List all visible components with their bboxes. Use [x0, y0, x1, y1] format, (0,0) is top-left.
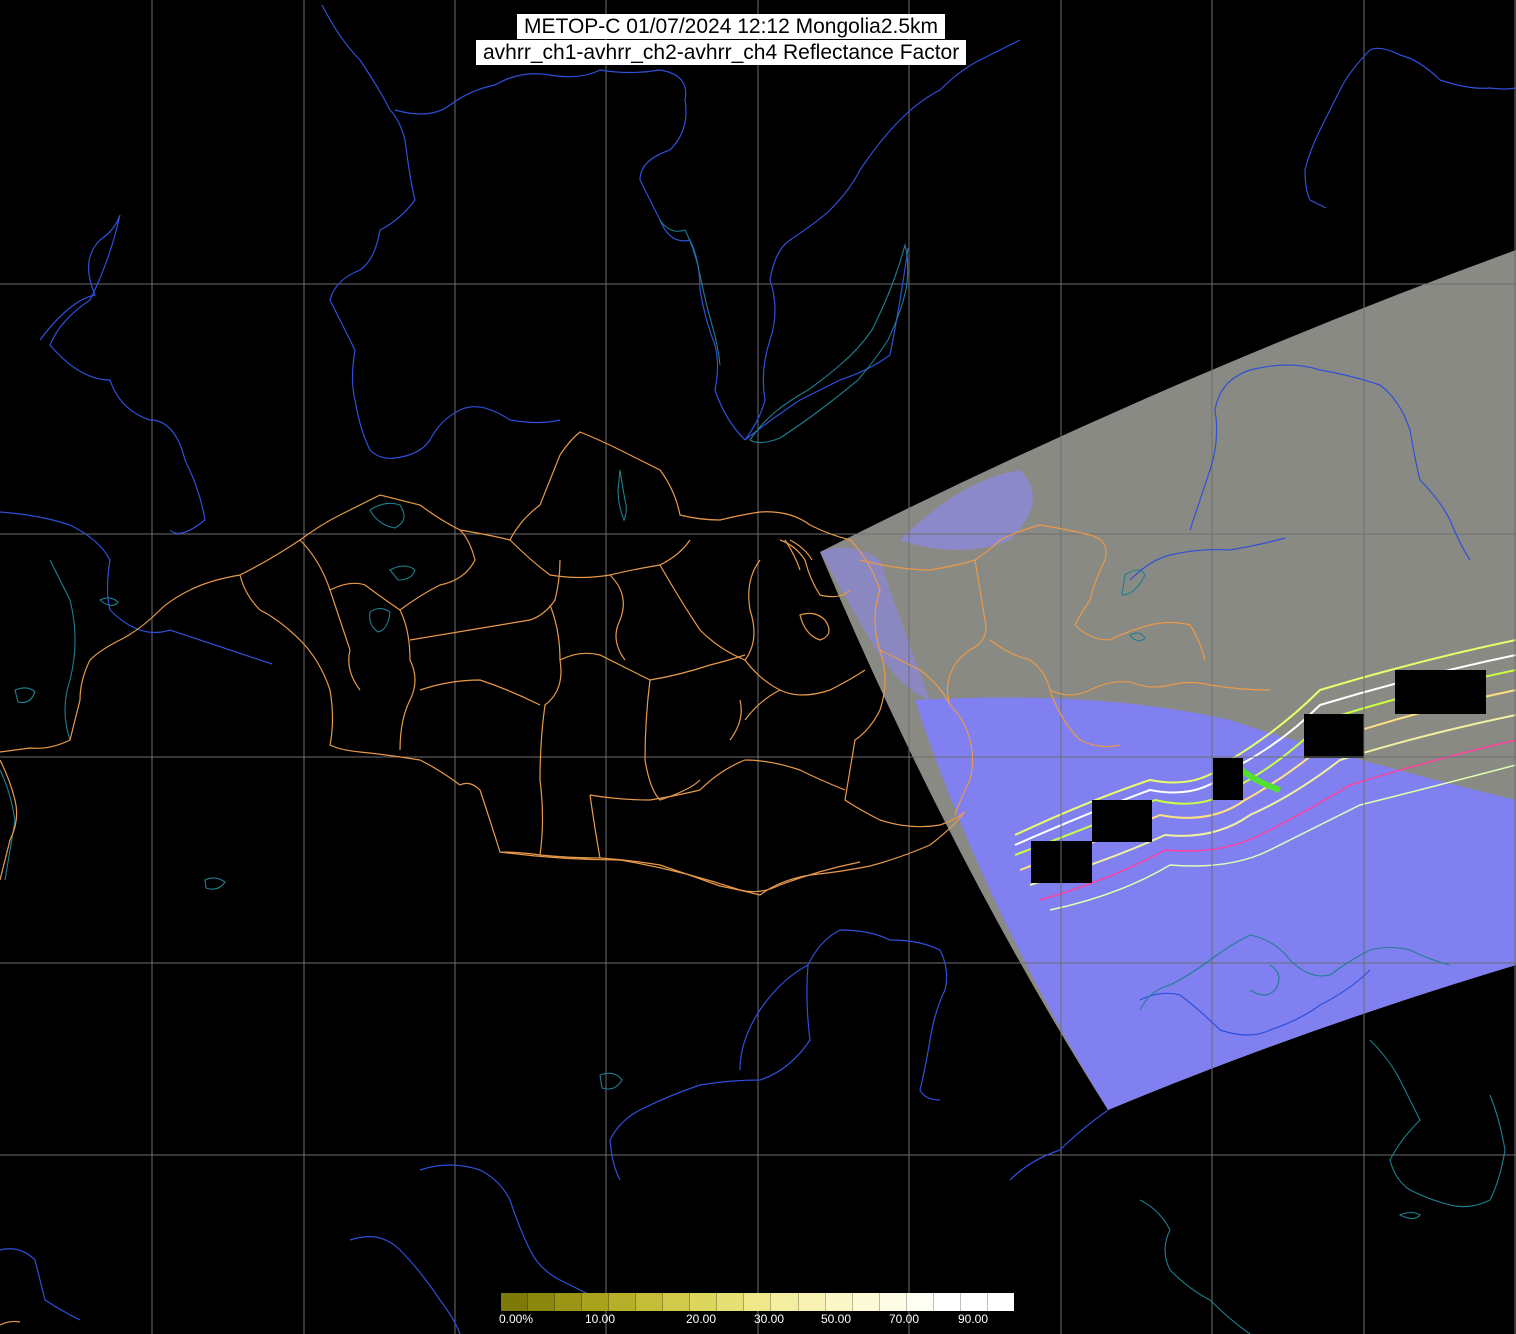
data-gap — [1092, 800, 1152, 842]
colorbar-segment — [744, 1293, 772, 1311]
data-gap — [1304, 714, 1364, 758]
colorbar-segment — [879, 1293, 907, 1311]
colorbar — [501, 1293, 1014, 1311]
colorbar-segment — [717, 1293, 745, 1311]
colorbar-segment — [933, 1293, 961, 1311]
colorbar-label: 30.00 — [754, 1312, 785, 1326]
satellite-map — [0, 0, 1516, 1334]
data-gap — [1395, 670, 1486, 714]
colorbar-segment — [609, 1293, 637, 1311]
colorbar-label: 0.00% — [499, 1312, 534, 1326]
colorbar-segment — [852, 1293, 880, 1311]
colorbar-segment — [528, 1293, 556, 1311]
colorbar-segment — [906, 1293, 934, 1311]
colorbar-segment — [582, 1293, 610, 1311]
map-title-line1: METOP-C 01/07/2024 12:12 Mongolia2.5km — [517, 14, 946, 39]
colorbar-label: 90.00 — [958, 1312, 989, 1326]
data-gap — [1213, 758, 1243, 800]
colorbar-segment — [663, 1293, 691, 1311]
colorbar-label: 10.00 — [585, 1312, 616, 1326]
colorbar-label: 50.00 — [821, 1312, 852, 1326]
colorbar-segment — [636, 1293, 664, 1311]
colorbar-label: 70.00 — [889, 1312, 920, 1326]
map-title-line2: avhrr_ch1-avhrr_ch2-avhrr_ch4 Reflectanc… — [476, 40, 967, 65]
colorbar-segment — [771, 1293, 799, 1311]
colorbar-segment — [555, 1293, 583, 1311]
colorbar-segment — [825, 1293, 853, 1311]
colorbar-segment — [960, 1293, 988, 1311]
colorbar-segment — [798, 1293, 826, 1311]
colorbar-segment — [987, 1293, 1014, 1311]
colorbar-label: 20.00 — [686, 1312, 717, 1326]
colorbar-segment — [690, 1293, 718, 1311]
colorbar-segment — [501, 1293, 529, 1311]
